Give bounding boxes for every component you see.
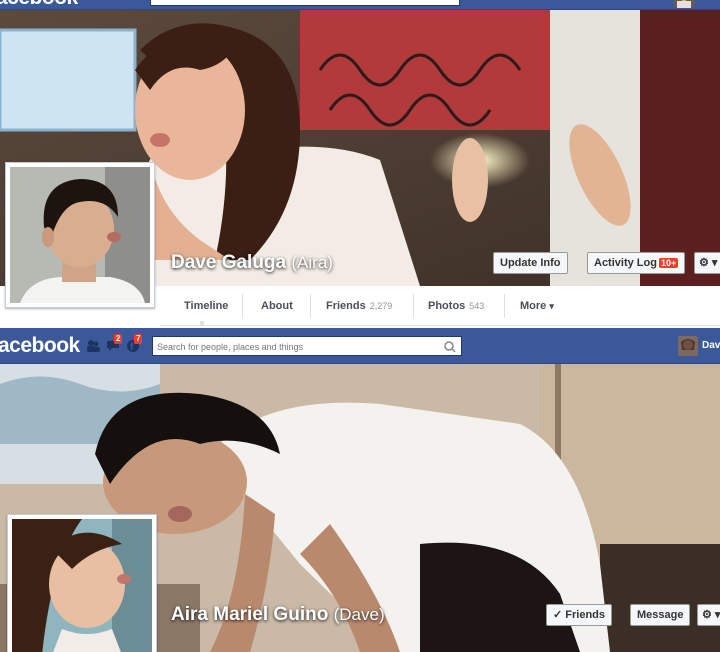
facebook-header-bar: acebook: [0, 0, 720, 10]
search-bar[interactable]: [150, 0, 460, 6]
tab-divider: [242, 294, 243, 318]
chevron-down-icon: ▾: [549, 301, 554, 311]
profile-name[interactable]: Aira Mariel Guino (Dave): [171, 604, 385, 626]
friends-button[interactable]: ✓ Friends: [546, 604, 613, 626]
profile-name-primary[interactable]: Aira Mariel Guino: [171, 604, 328, 625]
update-info-button[interactable]: Update Info: [493, 252, 568, 274]
tab-divider: [413, 294, 414, 318]
notifications-badge: 7: [134, 334, 143, 344]
profile-picture[interactable]: [5, 162, 155, 308]
timeline-nav-tabs: Timeline About Friends 2,279 Photos 543 Mo…: [160, 286, 720, 326]
tab-photos-count: 543: [469, 301, 485, 311]
profile-name-primary[interactable]: Dave Galuga: [171, 252, 286, 273]
tab-photos[interactable]: Photos 543: [428, 286, 484, 326]
facebook-header-bar: acebook 2 f 7 Dav: [0, 328, 720, 364]
activity-log-button[interactable]: Activity Log 10+: [587, 252, 686, 274]
search-icon[interactable]: [443, 340, 457, 354]
tab-divider: [310, 294, 311, 318]
tab-timeline[interactable]: Timeline: [184, 286, 228, 326]
facebook-logo[interactable]: acebook: [0, 334, 80, 358]
tab-friends-label: Friends: [326, 300, 366, 312]
tab-timeline-label: Timeline: [184, 300, 229, 312]
tab-friends[interactable]: Friends 2,279: [326, 286, 392, 326]
gear-icon[interactable]: ⚙ ▾: [694, 252, 720, 274]
gear-icon[interactable]: ⚙ ▾: [697, 604, 720, 626]
tab-about[interactable]: About: [261, 286, 293, 326]
tab-timeline-indicator: [200, 321, 204, 325]
activity-log-badge: 10+: [658, 258, 679, 268]
facebook-logo[interactable]: acebook: [0, 0, 78, 10]
tab-more-label: More: [520, 300, 547, 312]
bottom-profile-screenshot: acebook 2 f 7 Dav: [0, 328, 720, 652]
message-button[interactable]: Message: [630, 604, 691, 626]
messages-badge: 2: [114, 334, 123, 344]
tab-more[interactable]: More ▾: [520, 286, 554, 326]
notification-jewels: 2 f 7: [86, 334, 144, 356]
profile-picture[interactable]: [7, 514, 157, 652]
top-profile-screenshot: acebook: [0, 0, 720, 328]
tab-photos-label: Photos: [428, 300, 466, 312]
activity-log-label: Activity Log: [594, 257, 657, 269]
notifications-icon[interactable]: f 7: [126, 334, 143, 353]
search-bar: [152, 336, 462, 356]
tab-friends-count: 2,279: [369, 301, 393, 311]
search-input[interactable]: [153, 338, 433, 356]
friend-requests-icon[interactable]: [86, 339, 100, 352]
tab-divider: [504, 294, 505, 318]
profile-name[interactable]: Dave Galuga (Aira): [171, 252, 333, 274]
header-username[interactable]: Dav: [702, 340, 720, 351]
profile-name-alternate: (Aira): [291, 253, 333, 272]
header-avatar[interactable]: [678, 336, 698, 356]
profile-name-alternate: (Dave): [333, 605, 385, 624]
messages-icon[interactable]: 2: [106, 334, 123, 352]
header-avatar[interactable]: [674, 0, 694, 8]
tab-about-label: About: [261, 300, 293, 312]
